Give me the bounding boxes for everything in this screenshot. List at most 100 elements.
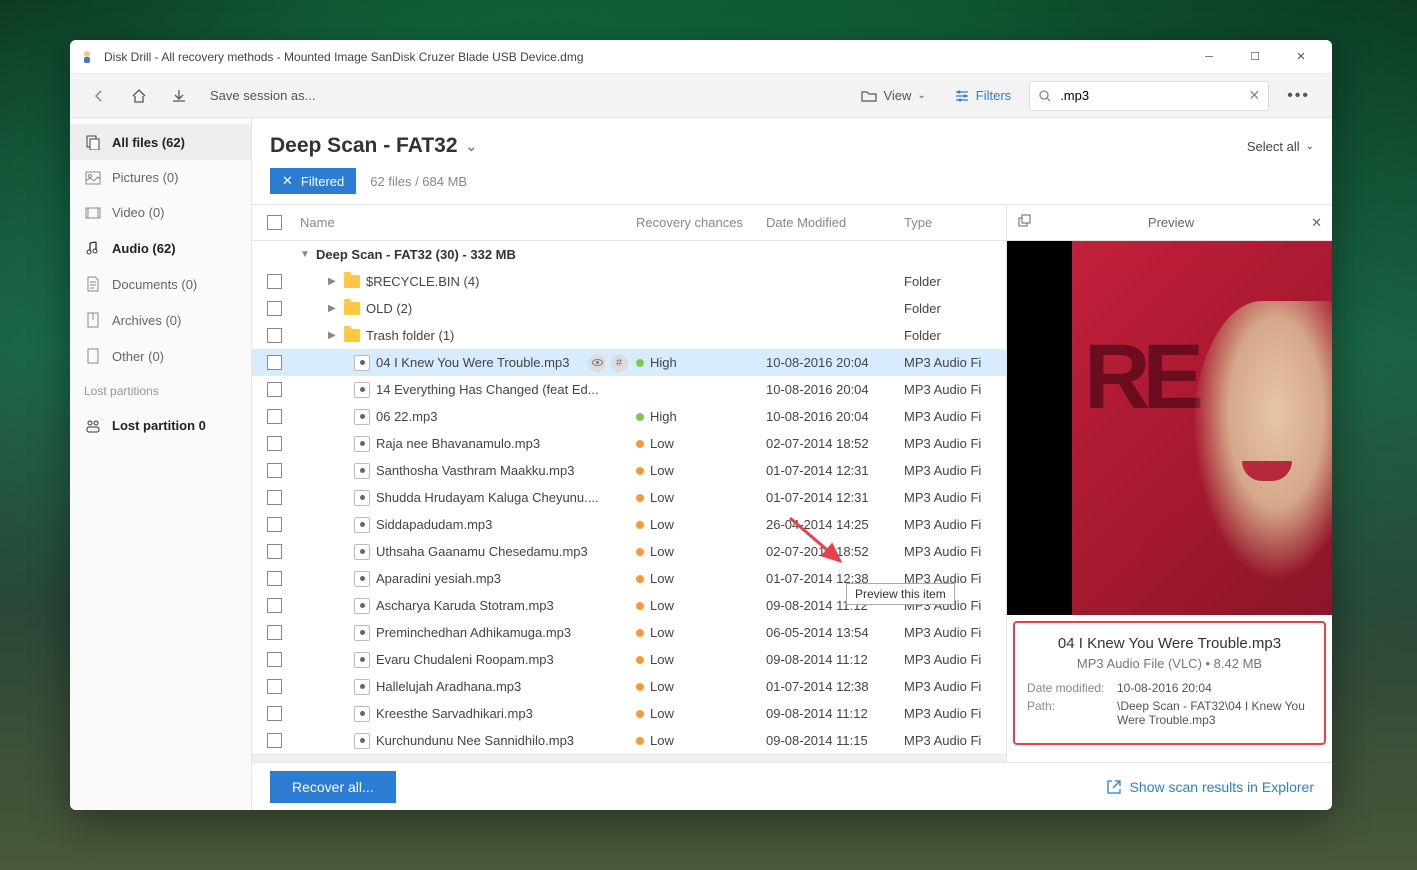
table-row[interactable]: 14 Everything Has Changed (feat Ed... 10…: [252, 376, 1006, 403]
table-row[interactable]: ▶ Trash folder (1) Folder: [252, 322, 1006, 349]
table-row[interactable]: Preminchedhan Adhikamuga.mp3 Low 06-05-2…: [252, 619, 1006, 646]
row-checkbox[interactable]: [267, 463, 282, 478]
save-session-icon[interactable]: [162, 79, 196, 113]
file-type: MP3 Audio Fi: [904, 382, 1006, 397]
row-checkbox[interactable]: [267, 355, 282, 370]
recovery-dot-icon: [636, 440, 644, 448]
recover-all-button[interactable]: Recover all...: [270, 771, 396, 803]
row-checkbox[interactable]: [267, 517, 282, 532]
sidebar-item-lost-partition[interactable]: Lost partition 0: [70, 408, 251, 443]
col-recovery-header[interactable]: Recovery chances: [636, 215, 766, 230]
clear-search-icon[interactable]: ✕: [1248, 87, 1260, 104]
back-button[interactable]: [82, 79, 116, 113]
file-name: Evaru Chudaleni Roopam.mp3: [376, 652, 554, 667]
table-group-row[interactable]: ▼ Deep Scan - FAT32 (30) - 332 MB: [252, 241, 1006, 268]
file-name: OLD (2): [366, 301, 412, 316]
preview-date-label: Date modified:: [1027, 681, 1117, 695]
row-checkbox[interactable]: [267, 625, 282, 640]
search-box[interactable]: ✕: [1029, 81, 1269, 111]
home-button[interactable]: [122, 79, 156, 113]
table-row[interactable]: Raja nee Bhavanamulo.mp3 Low 02-07-2014 …: [252, 430, 1006, 457]
col-date-header[interactable]: Date Modified: [766, 215, 904, 230]
preview-action-icon[interactable]: [588, 354, 606, 372]
col-name-header[interactable]: Name: [296, 215, 636, 230]
table-row[interactable]: Evaru Chudaleni Roopam.mp3 Low 09-08-201…: [252, 646, 1006, 673]
recovery-value: Low: [650, 463, 674, 478]
preview-date-value: 10-08-2016 20:04: [1117, 681, 1312, 695]
audio-file-icon: [354, 382, 370, 398]
toolbar: Save session as... View ⌄ Filters ✕ •••: [70, 74, 1332, 118]
triangle-right-icon[interactable]: ▶: [328, 303, 338, 314]
table-row[interactable]: Hallelujah Aradhana.mp3 Low 01-07-2014 1…: [252, 673, 1006, 700]
row-checkbox[interactable]: [267, 571, 282, 586]
table-row[interactable]: Santhosha Vasthram Maakku.mp3 Low 01-07-…: [252, 457, 1006, 484]
minimize-button[interactable]: ─: [1186, 42, 1232, 72]
other-icon: [84, 348, 102, 364]
filters-button[interactable]: Filters: [944, 82, 1021, 109]
sidebar-item-documents[interactable]: Documents (0): [70, 266, 251, 302]
filtered-badge[interactable]: ✕ Filtered: [270, 168, 356, 194]
popout-icon[interactable]: [1017, 214, 1031, 231]
maximize-button[interactable]: ☐: [1232, 42, 1278, 72]
row-checkbox[interactable]: [267, 409, 282, 424]
close-preview-icon[interactable]: ✕: [1311, 215, 1322, 231]
file-name: Kurchundunu Nee Sannidhilo.mp3: [376, 733, 574, 748]
app-icon: [78, 48, 96, 66]
sidebar-item-video[interactable]: Video (0): [70, 195, 251, 230]
row-checkbox[interactable]: [267, 382, 282, 397]
table-row[interactable]: Kreesthe Sarvadhikari.mp3 Low 09-08-2014…: [252, 700, 1006, 727]
triangle-right-icon[interactable]: ▶: [328, 276, 338, 287]
table-row[interactable]: ▶ OLD (2) Folder: [252, 295, 1006, 322]
row-checkbox[interactable]: [267, 706, 282, 721]
sidebar-item-audio[interactable]: Audio (62): [70, 230, 251, 266]
view-label: View: [883, 88, 911, 103]
col-type-header[interactable]: Type: [904, 215, 1006, 230]
header-checkbox[interactable]: [267, 215, 282, 230]
row-checkbox[interactable]: [267, 679, 282, 694]
row-checkbox[interactable]: [267, 274, 282, 289]
hex-action-icon[interactable]: #: [610, 354, 628, 372]
sidebar-item-pictures[interactable]: Pictures (0): [70, 160, 251, 195]
show-in-explorer-link[interactable]: Show scan results in Explorer: [1106, 779, 1314, 795]
recovery-value: Low: [650, 436, 674, 451]
row-checkbox[interactable]: [267, 328, 282, 343]
file-name: Hallelujah Aradhana.mp3: [376, 679, 521, 694]
file-name: Shudda Hrudayam Kaluga Cheyunu....: [376, 490, 599, 505]
row-checkbox[interactable]: [267, 733, 282, 748]
file-table[interactable]: Name Recovery chances Date Modified Type…: [252, 205, 1006, 762]
save-session-label[interactable]: Save session as...: [202, 88, 324, 103]
audio-file-icon: [354, 490, 370, 506]
search-input[interactable]: [1060, 88, 1240, 103]
window-title: Disk Drill - All recovery methods - Moun…: [104, 50, 1186, 64]
table-row[interactable]: 04 I Knew You Were Trouble.mp3 # High 10…: [252, 349, 1006, 376]
file-date: 09-08-2014 11:12: [766, 652, 904, 667]
row-checkbox[interactable]: [267, 436, 282, 451]
scan-title[interactable]: Deep Scan - FAT32 ⌄: [270, 134, 477, 158]
close-button[interactable]: ✕: [1278, 42, 1324, 72]
table-row[interactable]: Kurchundunu Nee Sannidhilo.mp3 Low 09-08…: [252, 727, 1006, 754]
triangle-right-icon[interactable]: ▶: [328, 330, 338, 341]
row-checkbox[interactable]: [267, 652, 282, 667]
horizontal-scrollbar[interactable]: [252, 754, 1006, 762]
view-button[interactable]: View ⌄: [851, 82, 935, 109]
file-type: MP3 Audio Fi: [904, 409, 1006, 424]
footer: Recover all... Show scan results in Expl…: [252, 762, 1332, 810]
table-row[interactable]: Siddapadudam.mp3 Low 26-04-2014 14:25 MP…: [252, 511, 1006, 538]
table-row[interactable]: 06 22.mp3 High 10-08-2016 20:04 MP3 Audi…: [252, 403, 1006, 430]
select-all-button[interactable]: Select all ⌄: [1247, 139, 1314, 154]
sidebar-item-all-files[interactable]: All files (62): [70, 124, 251, 160]
row-checkbox[interactable]: [267, 598, 282, 613]
more-button[interactable]: •••: [1277, 81, 1320, 111]
table-row[interactable]: ▶ $RECYCLE.BIN (4) Folder: [252, 268, 1006, 295]
content: All files (62) Pictures (0) Video (0) Au…: [70, 118, 1332, 810]
table-row[interactable]: Uthsaha Gaanamu Chesedamu.mp3 Low 02-07-…: [252, 538, 1006, 565]
row-checkbox[interactable]: [267, 490, 282, 505]
sidebar-item-archives[interactable]: Archives (0): [70, 302, 251, 338]
table-row[interactable]: Shudda Hrudayam Kaluga Cheyunu.... Low 0…: [252, 484, 1006, 511]
row-checkbox[interactable]: [267, 301, 282, 316]
row-checkbox[interactable]: [267, 544, 282, 559]
file-date: 09-08-2014 11:15: [766, 733, 904, 748]
audio-file-icon: [354, 598, 370, 614]
sidebar-item-other[interactable]: Other (0): [70, 338, 251, 374]
external-link-icon: [1106, 779, 1122, 795]
